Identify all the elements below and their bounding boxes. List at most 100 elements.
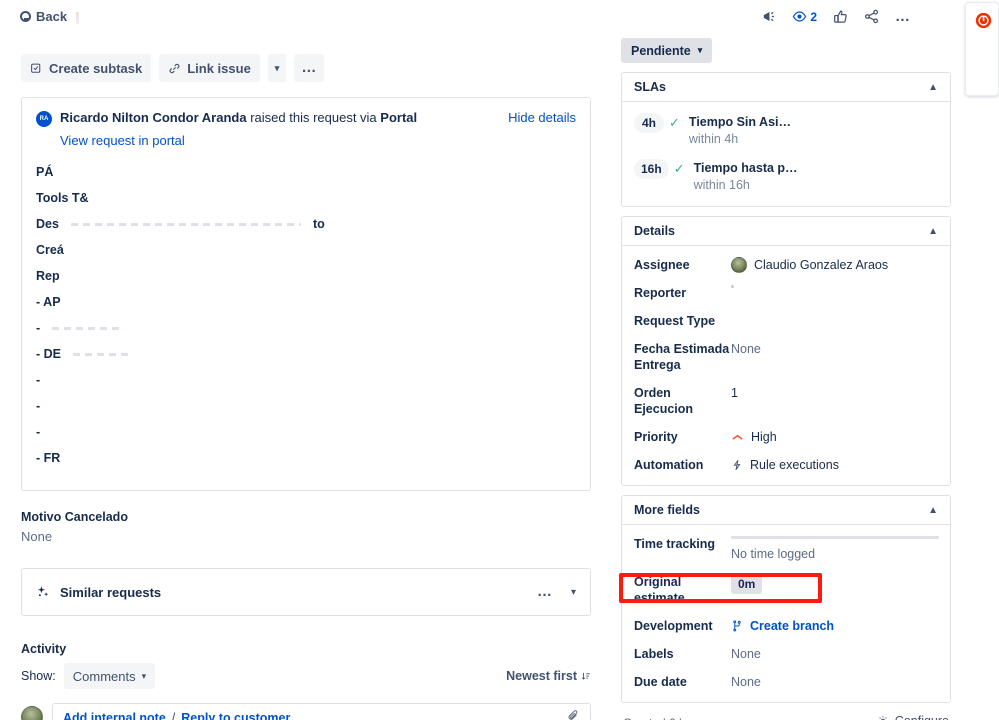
- top-actions: 2 …: [761, 9, 911, 24]
- configure-button[interactable]: Configure: [877, 714, 949, 720]
- field-value[interactable]: No time logged: [731, 536, 939, 562]
- details-panel-header[interactable]: Details ▲: [622, 217, 950, 246]
- slas-panel-header[interactable]: SLAs ▲: [622, 73, 950, 102]
- share-icon[interactable]: [864, 9, 879, 24]
- field-value[interactable]: Create branch: [731, 618, 834, 634]
- field-label: Time tracking: [634, 537, 716, 551]
- field-row: Time tracking No time logged: [634, 536, 939, 562]
- comment-input[interactable]: Add internal note / Reply to customer: [52, 703, 591, 720]
- issue-main-column: Create subtask Link issue ▾ … RA Ricardo…: [0, 38, 612, 720]
- activity-sort-toggle[interactable]: Newest first: [506, 669, 591, 683]
- description-line: -: [36, 320, 576, 337]
- issue-sidebar: Pendiente ▾ SLAs ▲ 4h ✓ Tiempo Sin Asi… wit…: [621, 38, 951, 720]
- field-value[interactable]: None: [731, 646, 761, 662]
- more-fields-panel-header[interactable]: More fields ▲: [622, 496, 950, 525]
- slas-panel: SLAs ▲ 4h ✓ Tiempo Sin Asi… within 4h 16h ✓ Ti…: [621, 72, 951, 207]
- more-fields-panel-body: Time tracking No time logged Original esti…: [622, 525, 950, 702]
- description-line-text: -: [36, 321, 41, 335]
- more-actions-icon[interactable]: …: [895, 9, 911, 24]
- similar-requests-chevron-icon[interactable]: ▾: [571, 587, 576, 598]
- branch-icon: [733, 620, 741, 632]
- field-value[interactable]: 0m: [731, 574, 763, 594]
- chevron-up-icon[interactable]: ▲: [928, 226, 938, 237]
- add-internal-note-link[interactable]: Add internal note: [63, 711, 166, 720]
- field-value[interactable]: None: [731, 674, 761, 690]
- create-subtask-label: Create subtask: [49, 60, 143, 76]
- description-line: Rep: [36, 268, 576, 285]
- sla-name: Tiempo Sin Asi…: [688, 115, 792, 129]
- raised-text: Ricardo Nilton Condor Aranda raised this…: [60, 110, 417, 126]
- field-label: Request Type: [634, 314, 716, 328]
- field-label: Development: [634, 619, 713, 633]
- field-label: Labels: [634, 647, 674, 661]
- similar-requests-more-icon[interactable]: …: [537, 584, 553, 599]
- activity-filter-value: Comments: [72, 668, 136, 684]
- assignee-name: Claudio Gonzalez Araos: [754, 258, 889, 272]
- extension-badge-icon[interactable]: [975, 12, 992, 29]
- field-row: Orden Ejecucion 1: [634, 385, 938, 417]
- extension-panel: [965, 2, 999, 96]
- field-row: Due date None: [634, 674, 938, 690]
- field-row: Reporter: [634, 285, 938, 301]
- sla-badge: 4h: [634, 113, 664, 133]
- chevron-up-icon[interactable]: ▲: [928, 82, 938, 93]
- activity-section: Activity Show: Comments ▾ Newest first A…: [21, 642, 591, 720]
- activity-filter-select[interactable]: Comments ▾: [63, 663, 156, 689]
- attachment-clip-icon[interactable]: [567, 709, 580, 720]
- similar-requests-panel[interactable]: Similar requests … ▾: [21, 568, 591, 616]
- breadcrumb: [76, 12, 79, 24]
- create-subtask-button[interactable]: Create subtask: [21, 54, 152, 82]
- field-label: Priority: [634, 430, 678, 444]
- description-line: Creá: [36, 242, 576, 259]
- redacted-text: [52, 327, 123, 331]
- sla-check-icon: ✓: [669, 115, 680, 130]
- field-value[interactable]: Rule executions: [731, 457, 839, 473]
- toolbar-more-button[interactable]: …: [294, 54, 325, 82]
- chevron-down-icon: ▾: [141, 670, 147, 681]
- back-label: Back: [36, 9, 68, 24]
- sla-row[interactable]: 4h ✓ Tiempo Sin Asi… within 4h: [634, 113, 938, 148]
- watch-eye-icon[interactable]: 2: [792, 9, 817, 24]
- sla-row[interactable]: 16h ✓ Tiempo hasta p… within 16h: [634, 159, 938, 194]
- field-row: Fecha Estimada Entrega None: [634, 341, 938, 373]
- description-line: - AP: [36, 294, 576, 311]
- sort-order-icon: [581, 672, 590, 680]
- field-value[interactable]: None: [731, 341, 761, 357]
- hide-details-link[interactable]: Hide details: [508, 110, 576, 125]
- status-badge[interactable]: Pendiente ▾: [621, 38, 713, 63]
- link-icon: [169, 63, 180, 73]
- toolbar-dropdown-button[interactable]: ▾: [267, 54, 287, 82]
- request-details-card: RA Ricardo Nilton Condor Aranda raised t…: [21, 97, 591, 491]
- description-line-text: - AP: [36, 295, 61, 309]
- description-line: PÁ: [36, 164, 576, 181]
- field-value[interactable]: [731, 313, 734, 329]
- details-panel: Details ▲ Assignee Claudio Gonzalez Araos…: [621, 216, 951, 486]
- field-value[interactable]: 1: [731, 385, 738, 401]
- automation-bolt-icon: [733, 459, 741, 471]
- issue-action-toolbar: Create subtask Link issue ▾ …: [0, 38, 612, 82]
- chevron-up-icon[interactable]: ▲: [928, 505, 938, 516]
- comment-composer: Add internal note / Reply to customer: [21, 703, 591, 720]
- more-fields-panel-title: More fields: [634, 503, 700, 517]
- link-issue-button[interactable]: Link issue: [159, 54, 260, 82]
- back-button[interactable]: Back: [20, 9, 67, 24]
- field-label: Fecha Estimada Entrega: [634, 342, 730, 372]
- field-value[interactable]: [731, 285, 734, 288]
- sla-check-icon: ✓: [673, 161, 685, 176]
- watch-count: 2: [810, 9, 817, 24]
- feedback-megaphone-icon[interactable]: [761, 9, 776, 24]
- description-line-text: -: [36, 399, 41, 413]
- description-line-text: - FR: [36, 451, 61, 465]
- raised-via-text: raised this request via: [250, 110, 377, 125]
- like-thumbsup-icon[interactable]: [833, 9, 848, 24]
- jira-issue-view: Back 2 … Create subtask Link issue ▾ … R…: [0, 0, 999, 720]
- description-line-text: - DE: [36, 347, 61, 361]
- field-value[interactable]: High: [731, 429, 777, 445]
- reply-to-customer-link[interactable]: Reply to customer: [181, 711, 290, 720]
- view-request-in-portal-link[interactable]: View request in portal: [60, 133, 576, 148]
- original-estimate-chip: 0m: [731, 574, 763, 594]
- priority-label: High: [751, 430, 777, 444]
- field-value[interactable]: Claudio Gonzalez Araos: [731, 257, 888, 273]
- field-label: Original estimate: [634, 575, 685, 605]
- gear-icon: [879, 716, 887, 720]
